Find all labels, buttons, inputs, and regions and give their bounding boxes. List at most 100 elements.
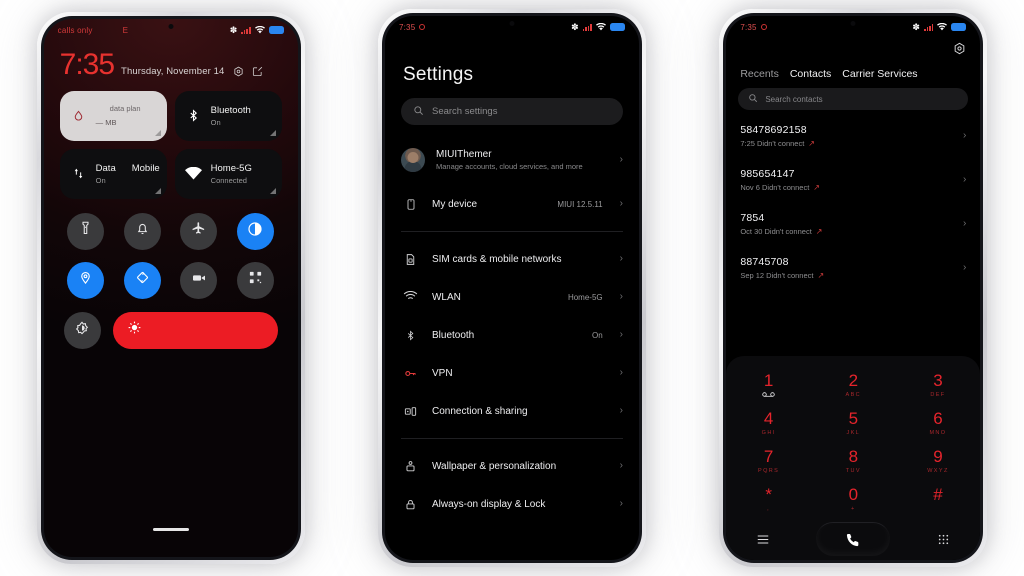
tile-mobile-data-label2: Mobile bbox=[131, 162, 160, 174]
toggle-airplane-mode[interactable] bbox=[180, 212, 218, 250]
list-divider bbox=[400, 231, 623, 232]
settings-item-account[interactable]: MIUIThemer Manage accounts, cloud servic… bbox=[385, 135, 639, 185]
bluetooth-icon: ✽ bbox=[229, 24, 238, 35]
phone3-screen: 7:35 ✽ Recents Contacts Carrier Services… bbox=[726, 16, 981, 560]
lock-header: 7:35 Thursday, November 14 bbox=[44, 41, 298, 80]
key-4[interactable]: 4 GHI bbox=[726, 404, 811, 442]
key-letters: TUV bbox=[845, 468, 861, 474]
wifi-icon bbox=[185, 167, 203, 180]
airplane-icon bbox=[191, 221, 206, 241]
keypad-icon[interactable] bbox=[924, 533, 964, 546]
settings-item-my-device[interactable]: My device MIUI 12.5.11 › bbox=[385, 185, 639, 223]
key-letters: ABC bbox=[845, 392, 862, 398]
settings-item-label: WLAN bbox=[431, 291, 461, 303]
search-placeholder: Search settings bbox=[431, 106, 498, 117]
battery-icon bbox=[609, 23, 625, 31]
search-contacts-input[interactable]: Search contacts bbox=[738, 88, 969, 110]
key-hash[interactable]: # bbox=[896, 480, 981, 518]
key-0[interactable]: 0 + bbox=[811, 480, 896, 518]
contrast-icon bbox=[247, 221, 263, 242]
tile-data-plan-value: — MB bbox=[95, 118, 117, 127]
key-star[interactable]: * , bbox=[726, 480, 811, 518]
chevron-right-icon[interactable]: › bbox=[963, 219, 966, 229]
edit-icon[interactable] bbox=[252, 66, 263, 77]
search-settings-input[interactable]: Search settings bbox=[400, 98, 623, 125]
toggle-sound[interactable] bbox=[123, 212, 161, 250]
tile-data-plan-label: data plan bbox=[109, 104, 141, 113]
call-log-row[interactable]: 985654147 Nov 6 Didn't connect ↗ › bbox=[726, 158, 980, 202]
settings-item-bluetooth[interactable]: Bluetooth On › bbox=[385, 316, 639, 354]
chevron-right-icon[interactable]: › bbox=[963, 263, 966, 273]
settings-item-wallpaper[interactable]: Wallpaper & personalization › bbox=[385, 447, 639, 485]
call-log-row[interactable]: 7854 Oct 30 Didn't connect ↗ › bbox=[726, 202, 980, 246]
wifi-icon bbox=[254, 26, 265, 34]
settings-item-connection-sharing[interactable]: Connection & sharing › bbox=[385, 392, 639, 430]
phone-bezel: 7:35 ✽ Recents Contacts Carrier Services… bbox=[723, 13, 984, 563]
key-2[interactable]: 2 ABC bbox=[811, 366, 896, 404]
tile-data-plan[interactable]: data plan — MB bbox=[59, 90, 167, 141]
settings-item-always-on-display[interactable]: Always-on display & Lock › bbox=[385, 485, 639, 523]
tile-expand-corner[interactable] bbox=[154, 187, 161, 194]
settings-item-sim-cards[interactable]: SIM cards & mobile networks › bbox=[385, 240, 639, 278]
camera-dot bbox=[509, 21, 515, 26]
toggle-auto-rotate[interactable] bbox=[123, 261, 161, 299]
toggle-auto-brightness[interactable] bbox=[63, 311, 101, 349]
call-meta: Sep 12 Didn't connect bbox=[740, 271, 814, 280]
sim-card-icon bbox=[401, 252, 421, 267]
toggle-screen-recorder[interactable] bbox=[180, 261, 218, 299]
dialer-bottom-bar bbox=[726, 518, 980, 560]
key-7[interactable]: 7 PQRS bbox=[726, 442, 811, 480]
lock-icon bbox=[401, 497, 421, 512]
network-type-label: E bbox=[122, 25, 129, 35]
tile-mobile-data[interactable]: Data Mobile On bbox=[59, 148, 167, 199]
wifi-icon bbox=[595, 23, 606, 31]
search-icon bbox=[413, 103, 424, 121]
call-button[interactable] bbox=[816, 522, 891, 556]
settings-list: MIUIThemer Manage accounts, cloud servic… bbox=[385, 135, 639, 523]
settings-item-vpn[interactable]: VPN › bbox=[385, 354, 639, 392]
key-9[interactable]: 9 WXYZ bbox=[896, 442, 981, 480]
call-log-list: 58478692158 7:25 Didn't connect ↗ › 98565… bbox=[726, 110, 980, 290]
settings-gear-icon[interactable] bbox=[953, 42, 966, 60]
toggle-location[interactable] bbox=[67, 261, 105, 299]
tile-wifi[interactable]: Home-5G Connected bbox=[174, 148, 282, 199]
call-log-row[interactable]: 88745708 Sep 12 Didn't connect ↗ › bbox=[726, 246, 980, 290]
tile-expand-corner[interactable] bbox=[154, 129, 161, 136]
key-icon bbox=[401, 367, 421, 380]
three-phone-showcase: calls only E ✽ 7:35 Thursday, November 1… bbox=[0, 0, 1024, 576]
tile-bluetooth[interactable]: Bluetooth On bbox=[174, 90, 282, 141]
key-6[interactable]: 6 MNO bbox=[896, 404, 981, 442]
phone-dialer: 7:35 ✽ Recents Contacts Carrier Services… bbox=[719, 9, 988, 567]
tab-contacts[interactable]: Contacts bbox=[790, 68, 831, 80]
chevron-right-icon[interactable]: › bbox=[963, 175, 966, 185]
key-3[interactable]: 3 DEF bbox=[896, 366, 981, 404]
call-number: 88745708 bbox=[740, 256, 789, 268]
toggle-scan-qr[interactable] bbox=[236, 261, 274, 299]
chevron-right-icon[interactable]: › bbox=[963, 131, 966, 141]
menu-icon[interactable] bbox=[743, 534, 783, 545]
key-8[interactable]: 8 TUV bbox=[811, 442, 896, 480]
flashlight-icon bbox=[78, 221, 93, 241]
key-letters: JKL bbox=[846, 430, 861, 436]
home-indicator[interactable] bbox=[152, 528, 189, 531]
key-1[interactable]: 1 bbox=[726, 366, 811, 404]
tab-carrier-services[interactable]: Carrier Services bbox=[842, 68, 917, 80]
key-5[interactable]: 5 JKL bbox=[811, 404, 896, 442]
alarm-icon bbox=[419, 24, 426, 30]
tile-expand-corner[interactable] bbox=[269, 129, 276, 136]
bell-icon bbox=[135, 221, 150, 241]
call-log-row[interactable]: 58478692158 7:25 Didn't connect ↗ › bbox=[726, 114, 980, 158]
settings-gear-icon[interactable] bbox=[233, 66, 244, 77]
quick-tiles-grid: data plan — MB Bluetooth On Data Mobile … bbox=[44, 80, 298, 199]
settings-item-label: Wallpaper & personalization bbox=[431, 460, 557, 472]
toggle-dark-mode[interactable] bbox=[236, 212, 274, 250]
call-meta: 7:25 Didn't connect bbox=[740, 139, 805, 148]
settings-item-wlan[interactable]: WLAN Home-5G › bbox=[385, 278, 639, 316]
tab-recents[interactable]: Recents bbox=[740, 68, 779, 80]
toggle-flashlight[interactable] bbox=[67, 212, 105, 250]
wifi-icon bbox=[937, 23, 948, 31]
tile-expand-corner[interactable] bbox=[269, 187, 276, 194]
battery-icon bbox=[268, 26, 284, 34]
status-bar: 7:35 ✽ bbox=[385, 16, 639, 38]
brightness-slider[interactable] bbox=[112, 311, 278, 349]
